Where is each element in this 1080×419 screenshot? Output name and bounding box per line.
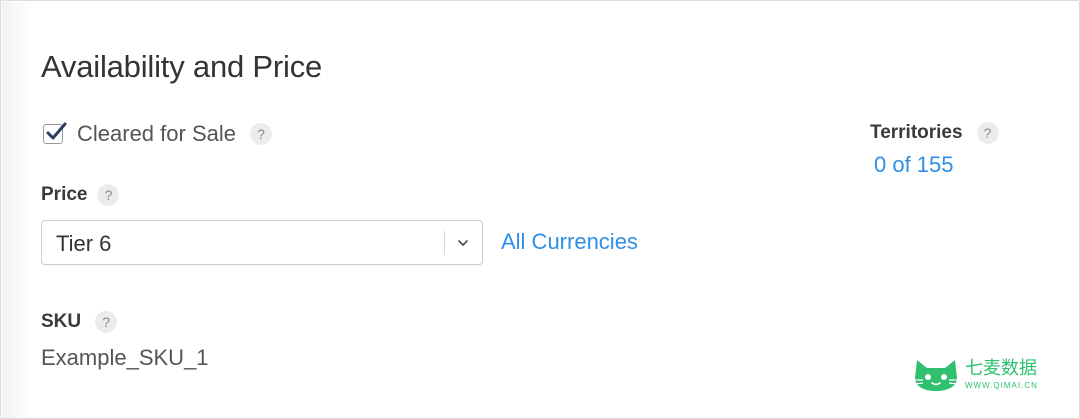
price-help-icon[interactable]: ? — [97, 184, 120, 206]
territories-label: Territories — [870, 122, 963, 143]
price-label-row: Price ? — [41, 184, 120, 206]
territories-label-row: Territories ? — [870, 122, 999, 144]
cleared-for-sale-row: Cleared for Sale ? — [43, 121, 272, 147]
checkmark-icon — [46, 122, 67, 140]
sku-value: Example_SKU_1 — [41, 345, 209, 370]
cleared-for-sale-help-icon[interactable]: ? — [249, 123, 272, 145]
watermark-url: WWW.QIMAI.CN — [965, 380, 1038, 390]
availability-price-panel: Availability and Price Cleared for Sale … — [0, 0, 1080, 419]
price-tier-select[interactable]: Tier 6 — [41, 220, 483, 265]
sku-help-icon[interactable]: ? — [95, 311, 118, 333]
sku-label-row: SKU ? — [41, 311, 118, 333]
sku-label: SKU — [41, 311, 82, 332]
watermark-name: 七麦数据 — [965, 357, 1037, 379]
chevron-down-icon — [458, 240, 468, 246]
cat-logo-icon — [914, 360, 958, 391]
cleared-for-sale-checkbox[interactable] — [43, 122, 67, 144]
watermark-text: 七麦数据 WWW.QIMAI.CN — [965, 357, 1038, 390]
panel-edge-shadow — [2, 2, 32, 418]
all-currencies-link[interactable]: All Currencies — [501, 229, 638, 255]
watermark: 七麦数据 WWW.QIMAI.CN — [913, 356, 1038, 392]
territories-count-link[interactable]: 0 of 155 — [874, 152, 954, 178]
price-label: Price — [41, 184, 88, 205]
cleared-for-sale-label[interactable]: Cleared for Sale — [77, 121, 236, 147]
territories-help-icon[interactable]: ? — [976, 122, 999, 144]
section-title: Availability and Price — [41, 49, 323, 84]
price-tier-value: Tier 6 — [56, 231, 112, 256]
select-divider — [444, 231, 445, 255]
